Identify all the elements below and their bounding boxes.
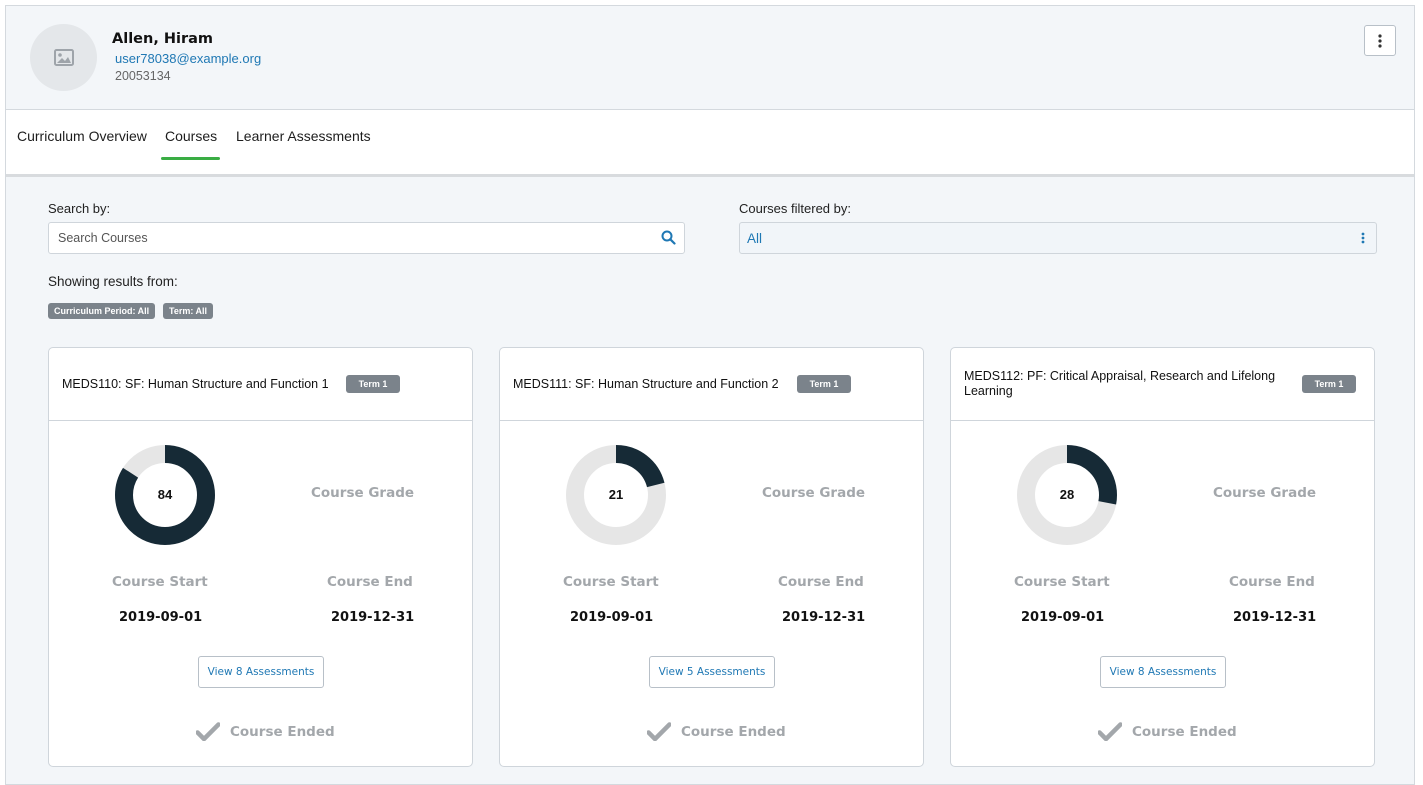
course-start-date: 2019-09-01 — [119, 610, 203, 625]
results-label: Showing results from: — [48, 274, 178, 289]
course-ended-label: Course Ended — [681, 723, 786, 740]
course-card: MEDS112: PF: Critical Appraisal, Researc… — [950, 347, 1375, 767]
grade-value: 21 — [608, 487, 624, 502]
kebab-menu-icon — [1378, 33, 1382, 48]
course-ended-label: Course Ended — [1132, 723, 1237, 740]
course-title: MEDS111: SF: Human Structure and Functio… — [513, 377, 779, 391]
course-end-date: 2019-12-31 — [782, 610, 866, 625]
grade-value: 84 — [157, 487, 173, 502]
course-start-label: Course Start — [563, 574, 659, 590]
course-start-date: 2019-09-01 — [570, 610, 654, 625]
course-ended-status: Course Ended — [196, 722, 335, 741]
view-assessments-button[interactable]: View 8 Assessments — [1100, 656, 1226, 688]
course-end-date: 2019-12-31 — [331, 610, 415, 625]
course-start-date: 2019-09-01 — [1021, 610, 1105, 625]
tab-courses[interactable]: Courses — [165, 128, 217, 144]
course-card-header: MEDS110: SF: Human Structure and Functio… — [49, 348, 472, 421]
course-end-label: Course End — [327, 574, 413, 590]
kebab-vertical-icon[interactable] — [1361, 232, 1365, 244]
filter-chip-term: Term: All — [163, 303, 214, 319]
course-ended-status: Course Ended — [647, 722, 786, 741]
grade-value: 28 — [1059, 487, 1075, 502]
checkmark-icon — [647, 722, 671, 741]
active-tab-indicator — [161, 157, 220, 160]
view-assessments-button[interactable]: View 5 Assessments — [649, 656, 775, 688]
filter-value: All — [747, 231, 763, 246]
course-title: MEDS112: PF: Critical Appraisal, Researc… — [964, 369, 1276, 398]
user-email-link[interactable]: user78038@example.org — [115, 51, 261, 66]
filter-chip-curriculum-period: Curriculum Period: All — [48, 303, 156, 319]
user-name: Allen, Hiram — [112, 31, 214, 47]
course-end-label: Course End — [1229, 574, 1315, 590]
course-card-header: MEDS112: PF: Critical Appraisal, Researc… — [951, 348, 1374, 421]
course-card: MEDS111: SF: Human Structure and Functio… — [499, 347, 924, 767]
course-filter-select[interactable]: All — [739, 222, 1377, 254]
app-frame: Allen, Hiram user78038@example.org 20053… — [5, 5, 1415, 785]
tab-bar: Curriculum Overview Courses Learner Asse… — [6, 110, 1414, 177]
checkmark-icon — [1098, 722, 1122, 741]
course-grade-label: Course Grade — [311, 485, 415, 501]
profile-header: Allen, Hiram user78038@example.org 20053… — [6, 6, 1414, 110]
profile-menu-button[interactable] — [1364, 25, 1396, 56]
checkmark-icon — [196, 722, 220, 741]
filter-label: Courses filtered by: — [739, 201, 851, 216]
tab-learner-assessments[interactable]: Learner Assessments — [236, 128, 371, 144]
term-badge: Term 1 — [1302, 375, 1356, 393]
tab-curriculum-overview[interactable]: Curriculum Overview — [17, 128, 147, 144]
course-card-header: MEDS111: SF: Human Structure and Functio… — [500, 348, 923, 421]
course-grade-label: Course Grade — [1213, 485, 1317, 501]
term-badge: Term 1 — [346, 375, 400, 393]
search-input[interactable] — [58, 223, 648, 253]
search-label: Search by: — [48, 201, 111, 216]
course-start-label: Course Start — [112, 574, 208, 590]
course-ended-status: Course Ended — [1098, 722, 1237, 741]
course-card: MEDS110: SF: Human Structure and Functio… — [48, 347, 473, 767]
course-ended-label: Course Ended — [230, 723, 335, 740]
image-placeholder-icon — [53, 49, 74, 66]
avatar — [30, 24, 97, 91]
search-icon[interactable] — [661, 230, 676, 245]
course-end-date: 2019-12-31 — [1233, 610, 1317, 625]
course-end-label: Course End — [778, 574, 864, 590]
course-start-label: Course Start — [1014, 574, 1110, 590]
search-field[interactable] — [48, 222, 685, 254]
view-assessments-button[interactable]: View 8 Assessments — [198, 656, 324, 688]
course-title: MEDS110: SF: Human Structure and Functio… — [62, 377, 329, 391]
user-id: 20053134 — [115, 69, 171, 83]
course-grade-label: Course Grade — [762, 485, 866, 501]
term-badge: Term 1 — [797, 375, 851, 393]
